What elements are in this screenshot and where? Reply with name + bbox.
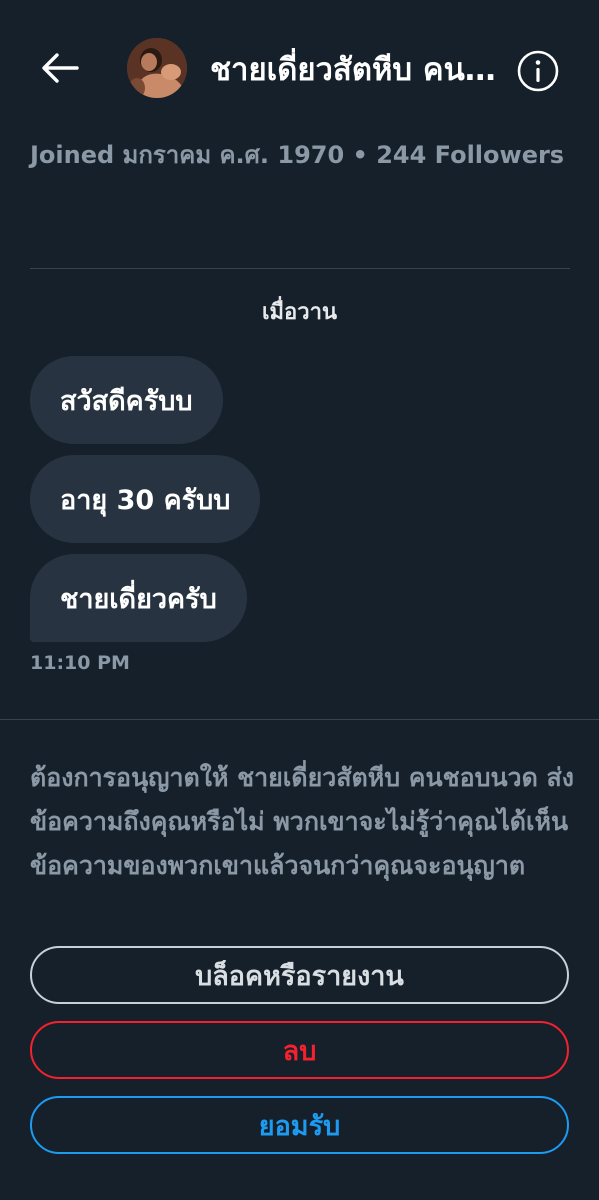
date-separator: เมื่อวาน — [262, 300, 337, 325]
message-timestamp: 11:10 PM — [30, 652, 130, 674]
message-bubble[interactable]: สวัสดีครับบ — [30, 356, 223, 444]
profile-meta: Joined มกราคม ค.ศ. 1970 • 244 Followers — [30, 141, 565, 169]
divider — [30, 268, 570, 269]
avatar-image — [127, 38, 187, 98]
delete-button[interactable]: ลบ — [30, 1021, 569, 1079]
message-bubble[interactable]: ชายเดี่ยวครับ — [30, 554, 247, 642]
arrow-left-icon — [42, 53, 79, 83]
divider — [0, 719, 599, 720]
message-bubble[interactable]: อายุ 30 ครับบ — [30, 455, 261, 543]
conversation-header: ชายเดี่ยวสัตหีบ คนชอบนวด — [0, 0, 599, 136]
block-or-report-button[interactable]: บล็อคหรือรายงาน — [30, 946, 569, 1004]
info-circle-icon — [517, 50, 559, 92]
page-title: ชายเดี่ยวสัตหีบ คนชอบนวด — [210, 52, 510, 88]
avatar[interactable] — [127, 38, 187, 98]
conversation-info-button[interactable] — [516, 49, 560, 93]
back-button[interactable] — [36, 46, 84, 90]
accept-button[interactable]: ยอมรับ — [30, 1096, 569, 1154]
message-request-notice: ต้องการอนุญาตให้ ชายเดี่ยวสัตหีบ คนชอบนว… — [30, 763, 574, 880]
